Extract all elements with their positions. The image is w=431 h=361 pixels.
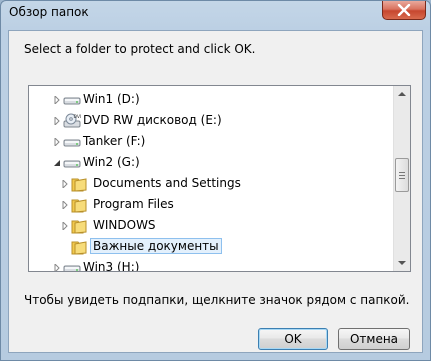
tree-item-label: Win3 (H:) bbox=[83, 260, 140, 272]
expand-arrow-icon[interactable] bbox=[53, 96, 61, 104]
title-bar[interactable]: Обзор папок bbox=[1, 1, 430, 29]
folder-icon bbox=[71, 199, 87, 213]
folder-tree[interactable]: Win1 (D:) DVD DVD RW дисковод (E:) bbox=[28, 85, 411, 272]
cancel-button[interactable]: Отмена bbox=[338, 328, 410, 350]
tree-item-label: Win1 (D:) bbox=[83, 92, 140, 106]
hint-text: Чтобы увидеть подпапки, щелкните значок … bbox=[24, 293, 410, 307]
tree-item-dvd[interactable]: DVD DVD RW дисковод (E:) bbox=[29, 111, 392, 131]
tree-item-win1[interactable]: Win1 (D:) bbox=[29, 90, 392, 110]
folder-icon bbox=[71, 178, 87, 192]
scroll-thumb[interactable] bbox=[395, 158, 409, 192]
tree-item-label: Program Files bbox=[93, 197, 174, 211]
close-button[interactable] bbox=[382, 1, 426, 20]
tree-item-label: WINDOWS bbox=[93, 218, 156, 232]
tree-item-documents-and-settings[interactable]: Documents and Settings bbox=[29, 174, 392, 194]
expand-arrow-icon[interactable] bbox=[61, 201, 69, 209]
tree-item-program-files[interactable]: Program Files bbox=[29, 195, 392, 215]
tree-item-label: Tanker (F:) bbox=[83, 134, 146, 148]
tree-item-win3[interactable]: Win3 (H:) bbox=[29, 258, 392, 272]
tree-item-label: Documents and Settings bbox=[93, 176, 241, 190]
expand-arrow-icon[interactable] bbox=[61, 180, 69, 188]
close-icon bbox=[397, 4, 411, 16]
drive-icon bbox=[63, 160, 81, 168]
tree-item-win2[interactable]: Win2 (G:) bbox=[29, 153, 392, 173]
expand-arrow-icon[interactable] bbox=[53, 264, 61, 272]
window-title: Обзор папок bbox=[9, 5, 89, 19]
chevron-up-icon bbox=[398, 92, 406, 96]
tree-item-label: Важные документы bbox=[90, 238, 222, 254]
tree-item-label: Win2 (G:) bbox=[83, 155, 140, 169]
scroll-down-button[interactable] bbox=[394, 254, 410, 271]
drive-icon bbox=[63, 139, 81, 147]
drive-icon bbox=[63, 97, 81, 105]
expand-arrow-icon[interactable] bbox=[61, 222, 69, 230]
expand-arrow-icon[interactable] bbox=[53, 138, 61, 146]
browse-folder-dialog: Обзор папок Select a folder to protect a… bbox=[0, 0, 431, 361]
tree-item-windows[interactable]: WINDOWS bbox=[29, 216, 392, 236]
folder-icon bbox=[71, 220, 87, 234]
tree-item-important-documents[interactable]: Важные документы bbox=[29, 237, 392, 257]
chevron-down-icon bbox=[398, 261, 406, 265]
tree-scrollbar[interactable] bbox=[393, 86, 410, 271]
drive-icon bbox=[63, 265, 81, 271]
tree-item-tanker[interactable]: Tanker (F:) bbox=[29, 132, 392, 152]
collapse-arrow-icon[interactable] bbox=[53, 159, 61, 167]
scroll-up-button[interactable] bbox=[394, 86, 410, 103]
tree-item-label: DVD RW дисковод (E:) bbox=[83, 113, 222, 127]
expand-arrow-icon[interactable] bbox=[53, 117, 61, 125]
svg-text:DVD: DVD bbox=[74, 114, 82, 120]
ok-button[interactable]: OK bbox=[258, 328, 328, 350]
instruction-text: Select a folder to protect and click OK. bbox=[24, 42, 256, 56]
dialog-body: Select a folder to protect and click OK.… bbox=[8, 30, 423, 353]
dvd-drive-icon: DVD bbox=[63, 113, 82, 128]
folder-icon bbox=[71, 241, 87, 255]
